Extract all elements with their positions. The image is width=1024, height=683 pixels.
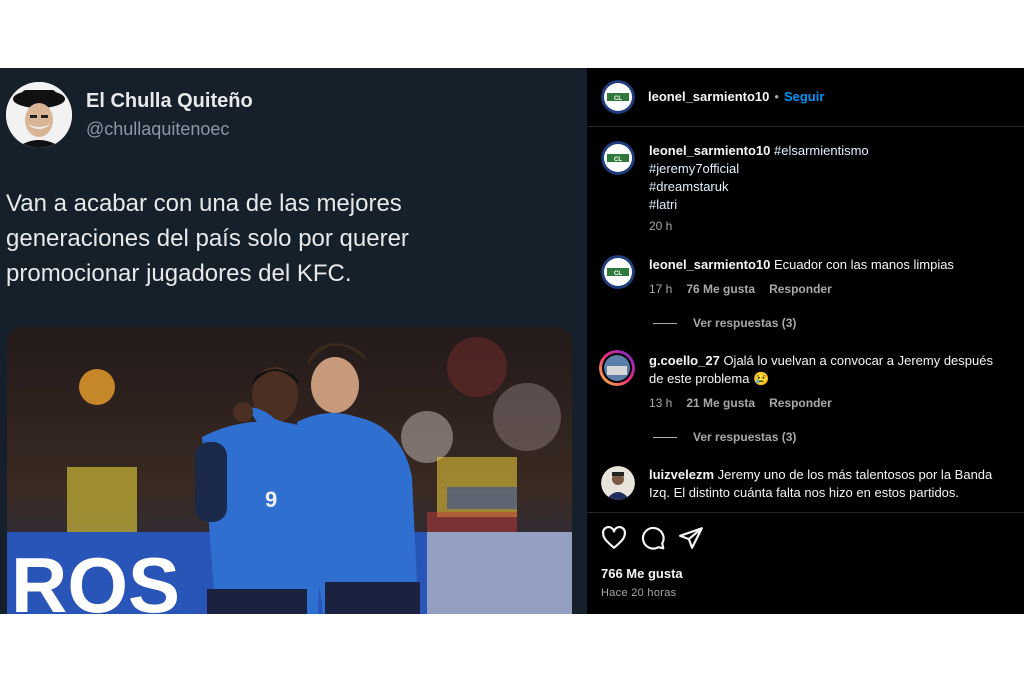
view-replies-label: Ver respuestas (3)	[693, 316, 797, 330]
post-header: CL leonel_sarmiento10 • Seguir	[587, 68, 1024, 127]
post-caption: leonel_sarmiento10 #elsarmientismo #jere…	[649, 142, 1017, 214]
comment-meta: 13 h 21 Me gusta Responder	[649, 396, 846, 410]
comment: leonel_sarmiento10 Ecuador con las manos…	[649, 256, 1017, 274]
share-icon[interactable]	[678, 525, 704, 551]
comment-time: 13 h	[649, 396, 673, 410]
comment-text: Ecuador con las manos limpias	[774, 257, 954, 272]
hashtag[interactable]: #elsarmientismo	[774, 143, 869, 158]
comment-text-cont: Izq. El distinto cuánta falta nos hizo e…	[649, 485, 960, 500]
view-replies-label: Ver respuestas (3)	[693, 430, 797, 444]
tweet-card: El Chulla Quiteño @chullaquitenoec Van a…	[0, 68, 587, 614]
comment-avatar[interactable]	[599, 350, 635, 386]
tweet-handle[interactable]: @chullaquitenoec	[86, 119, 229, 140]
svg-text:CL: CL	[614, 271, 622, 277]
comment: luizvelezm Jeremy uno de los más talento…	[649, 466, 1017, 502]
comment-username[interactable]: g.coello_27	[649, 353, 720, 368]
header-avatar[interactable]: CL	[601, 80, 635, 114]
comment-meta: 17 h 76 Me gusta Responder	[649, 282, 846, 296]
ad-board-text: ROS	[11, 541, 180, 614]
header-separator: •	[774, 89, 779, 104]
comment-avatar[interactable]	[601, 466, 635, 500]
comment-text-cont: de este problema	[649, 371, 750, 386]
likes-count[interactable]: 766 Me gusta	[601, 566, 683, 581]
tweet-avatar[interactable]	[6, 82, 72, 148]
crying-emoji: 😢	[753, 371, 770, 386]
comment-text: Ojalá lo vuelvan a convocar a Jeremy des…	[723, 353, 993, 368]
follow-button[interactable]: Seguir	[784, 89, 824, 104]
view-replies-button[interactable]: Ver respuestas (3)	[653, 430, 796, 444]
reply-button[interactable]: Responder	[769, 282, 832, 296]
comment-icon[interactable]	[640, 525, 666, 551]
tweet-text-line: generaciones del país solo por querer	[6, 225, 409, 252]
tweet-display-name[interactable]: El Chulla Quiteño	[86, 90, 253, 113]
tweet-text: Van a acabar con una de las mejores gene…	[6, 186, 566, 291]
svg-text:CL: CL	[614, 96, 622, 102]
caption-meta: 20 h	[649, 219, 686, 233]
comment-text: Jeremy uno de los más talentosos por la …	[717, 467, 993, 482]
comment-avatar[interactable]: CL	[601, 255, 635, 289]
view-replies-button[interactable]: Ver respuestas (3)	[653, 316, 796, 330]
comment-likes[interactable]: 21 Me gusta	[686, 396, 755, 410]
post-time: Hace 20 horas	[601, 587, 677, 599]
tweet-text-line: promocionar jugadores del KFC.	[6, 260, 352, 287]
tweet-text-line: Van a acabar con una de las mejores	[6, 190, 402, 217]
comment: g.coello_27 Ojalá lo vuelvan a convocar …	[649, 352, 1017, 388]
instagram-panel: CL leonel_sarmiento10 • Seguir CL leonel_s…	[587, 68, 1024, 614]
caption-time: 20 h	[649, 219, 673, 233]
post-actions: 766 Me gusta Hace 20 horas	[587, 512, 1024, 614]
comment-likes[interactable]: 76 Me gusta	[686, 282, 755, 296]
comment-username[interactable]: leonel_sarmiento10	[649, 257, 770, 272]
tweet-photo[interactable]: ROS 9	[7, 327, 572, 614]
svg-text:CL: CL	[614, 157, 622, 163]
reply-button[interactable]: Responder	[769, 396, 832, 410]
caption-avatar[interactable]: CL	[601, 141, 635, 175]
caption-username[interactable]: leonel_sarmiento10	[649, 143, 770, 158]
hashtag[interactable]: #latri	[649, 196, 1017, 214]
comment-time: 17 h	[649, 282, 673, 296]
comment-username[interactable]: luizvelezm	[649, 467, 714, 482]
hashtag[interactable]: #jeremy7official	[649, 160, 1017, 178]
heart-icon[interactable]	[601, 525, 627, 551]
header-username[interactable]: leonel_sarmiento10	[648, 89, 769, 104]
jersey-number: 9	[265, 487, 277, 512]
hashtag[interactable]: #dreamstaruk	[649, 178, 1017, 196]
